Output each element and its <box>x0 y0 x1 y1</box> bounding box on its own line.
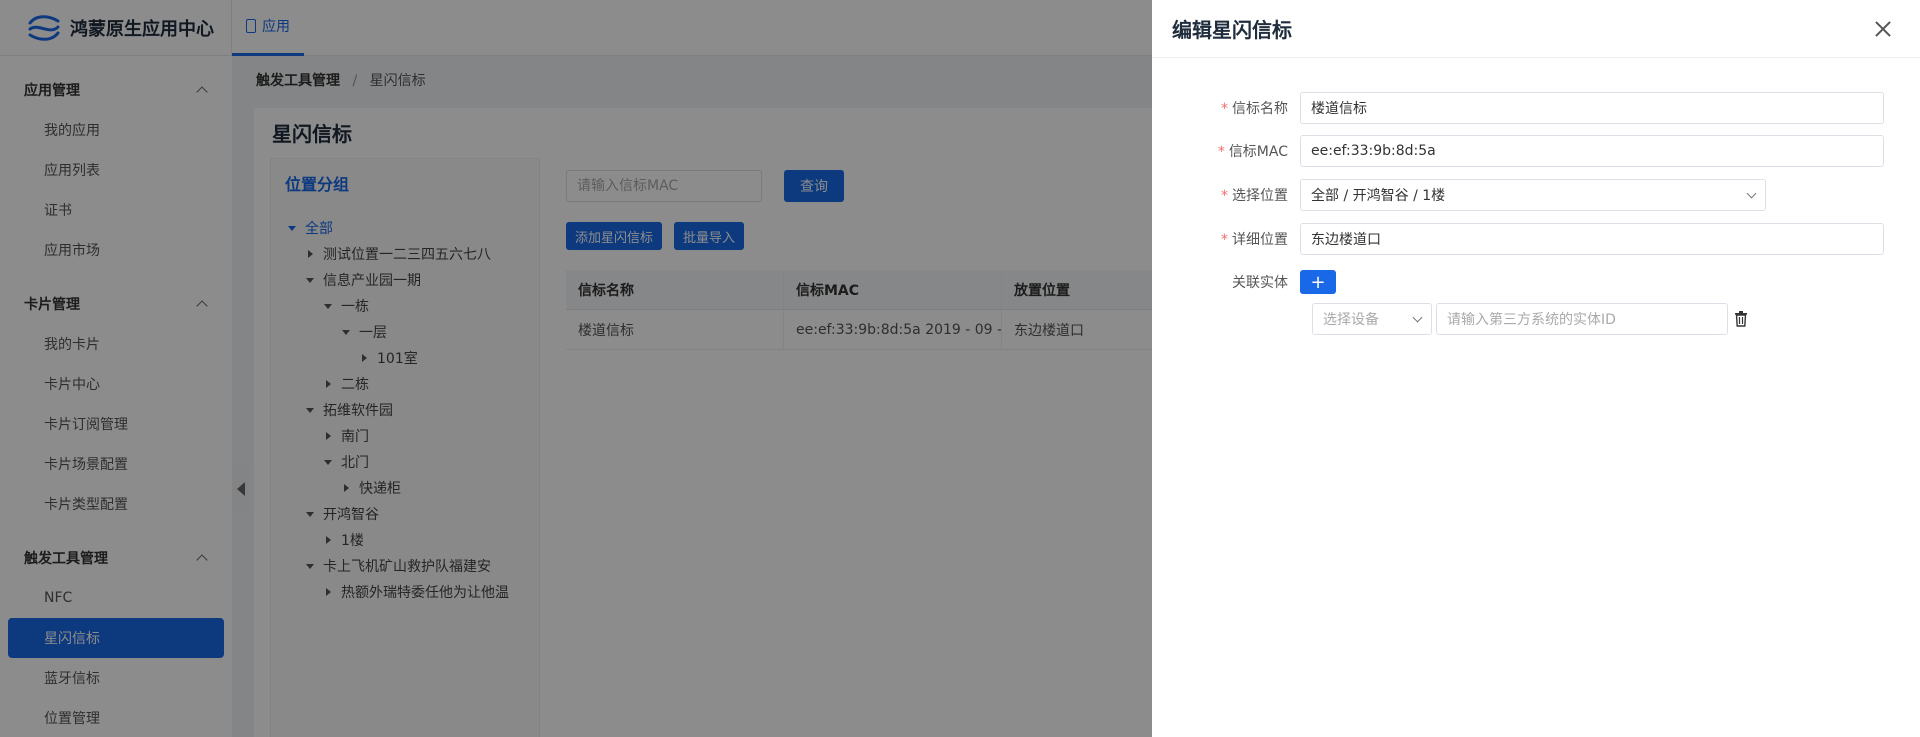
form-row-detail: * 详细位置 东边楼道口 <box>1152 223 1884 255</box>
label-text: 选择位置 <box>1232 188 1288 204</box>
add-entity-button[interactable]: + <box>1300 270 1336 294</box>
device-select[interactable]: 选择设备 <box>1312 303 1432 335</box>
entity-id-input[interactable]: 请输入第三方系统的实体ID <box>1436 303 1728 335</box>
field-label-detail: * 详细位置 <box>1152 229 1300 249</box>
required-mark: * <box>1217 144 1225 160</box>
chevron-down-icon <box>1412 312 1423 322</box>
required-mark: * <box>1221 188 1228 204</box>
field-label-location: * 选择位置 <box>1152 185 1300 205</box>
form-row-location: * 选择位置 全部 / 开鸿智谷 / 1楼 <box>1152 179 1766 211</box>
required-mark: * <box>1221 101 1228 117</box>
beacon-name-input[interactable]: 楼道信标 <box>1300 92 1884 124</box>
device-select-placeholder: 选择设备 <box>1323 312 1379 328</box>
chevron-down-icon <box>1746 188 1757 198</box>
app-root: 鸿蒙原生应用中心 应用 应用管理 我的应用 应用列表 证书 应用市场 卡片管理 … <box>0 0 1920 737</box>
form-row-entity-inputs: 选择设备 请输入第三方系统的实体ID <box>1312 303 1748 335</box>
label-text: 信标MAC <box>1228 144 1288 160</box>
field-label-entity: 关联实体 <box>1152 272 1300 292</box>
required-mark: * <box>1221 232 1228 248</box>
detail-location-input[interactable]: 东边楼道口 <box>1300 223 1884 255</box>
trash-icon[interactable] <box>1734 311 1748 327</box>
close-icon[interactable] <box>1874 20 1892 38</box>
form-row-name: * 信标名称 楼道信标 <box>1152 92 1884 124</box>
drawer-header: 编辑星闪信标 <box>1152 0 1920 58</box>
location-select[interactable]: 全部 / 开鸿智谷 / 1楼 <box>1300 179 1766 211</box>
field-label-name: * 信标名称 <box>1152 98 1300 118</box>
form-row-mac: * 信标MAC ee:ef:33:9b:8d:5a <box>1152 135 1884 167</box>
field-label-mac: * 信标MAC <box>1152 141 1300 161</box>
label-text: 关联实体 <box>1232 275 1288 291</box>
form-row-entity: 关联实体 + <box>1152 270 1336 294</box>
location-select-value: 全部 / 开鸿智谷 / 1楼 <box>1311 188 1446 204</box>
drawer-title: 编辑星闪信标 <box>1172 18 1292 42</box>
edit-beacon-drawer: 编辑星闪信标 * 信标名称 楼道信标 * 信标MAC ee:ef:33:9b:8d:… <box>1152 0 1920 737</box>
label-text: 详细位置 <box>1232 232 1288 248</box>
beacon-mac-input[interactable]: ee:ef:33:9b:8d:5a <box>1300 135 1884 167</box>
label-text: 信标名称 <box>1232 101 1288 117</box>
